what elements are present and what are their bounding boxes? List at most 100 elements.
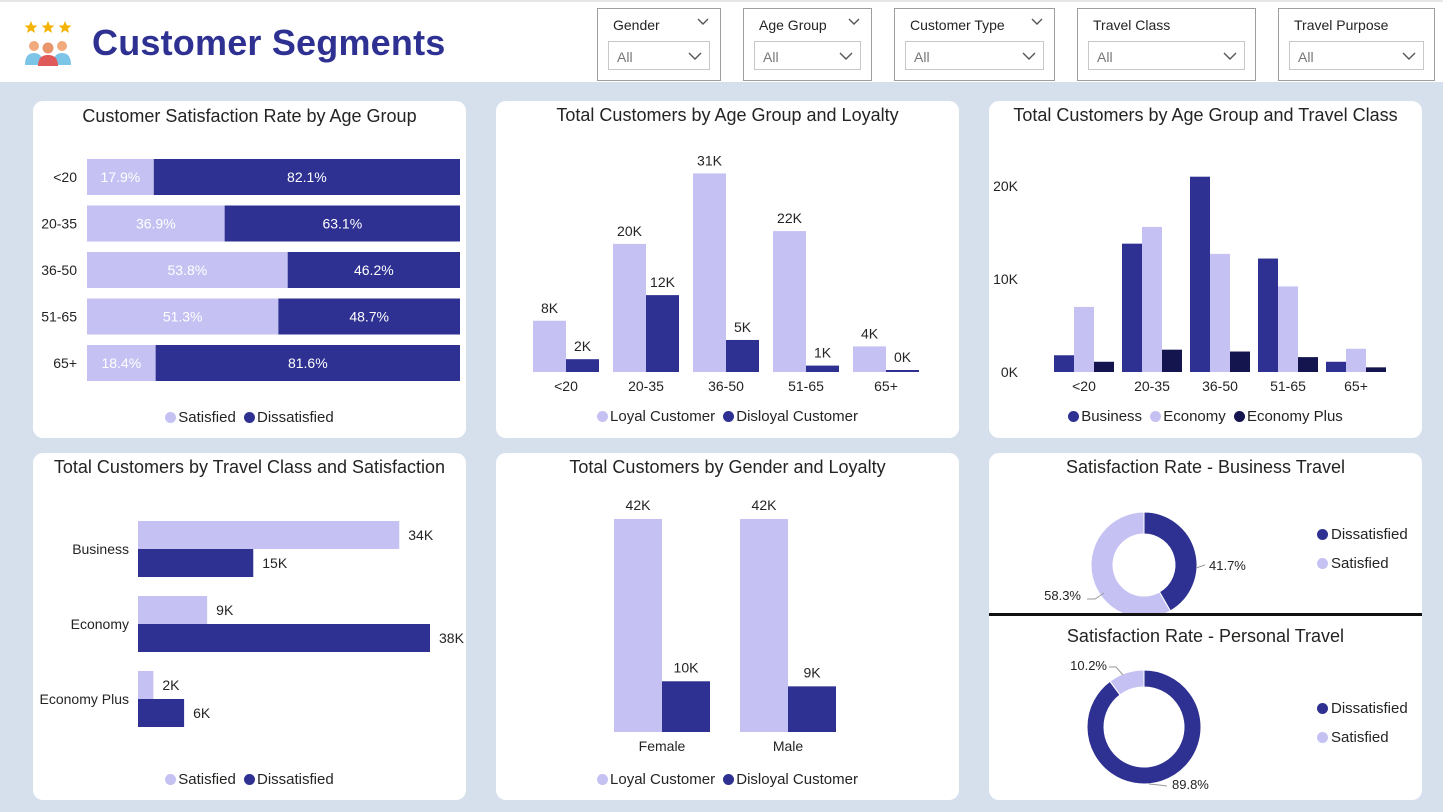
satisfaction-by-age-chart: <20 17.9% 82.1% 20-35 36.9% 63.1% 36-50 53.8% 46… <box>41 159 460 381</box>
bar <box>1258 258 1278 372</box>
data-label: 8K <box>541 300 559 316</box>
travel-purpose-dropdown[interactable]: All <box>1289 41 1424 70</box>
bar <box>773 231 806 372</box>
data-label: 9K <box>803 664 821 680</box>
data-label: 82.1% <box>287 169 327 185</box>
slicer-value: All <box>763 49 779 65</box>
chart-legend: Loyal Customer Disloyal Customer <box>496 408 959 425</box>
legend-dot <box>244 412 255 423</box>
bar <box>806 365 839 372</box>
category-label: 51-65 <box>1270 378 1306 394</box>
legend-item[interactable]: Disloyal Customer <box>723 408 858 425</box>
leader-line <box>1148 783 1168 787</box>
legend-item[interactable]: Satisfied <box>1317 555 1408 584</box>
satisfaction-by-age-card: Customer Satisfaction Rate by Age Group … <box>33 101 466 438</box>
age-group-dropdown[interactable]: All <box>754 41 861 70</box>
bar <box>1162 349 1182 372</box>
chevron-down-icon[interactable] <box>1030 17 1044 27</box>
data-label: 48.7% <box>349 309 389 325</box>
legend-item[interactable]: Business <box>1068 408 1142 425</box>
data-label: 42K <box>752 497 778 513</box>
category-label: 65+ <box>874 378 898 394</box>
bar <box>613 243 646 372</box>
legend-item[interactable]: Loyal Customer <box>597 771 715 788</box>
gender-slicer[interactable]: Gender All <box>597 8 721 81</box>
bar <box>138 521 400 549</box>
legend-label: Satisfied <box>1331 555 1389 572</box>
category-label: 36-50 <box>1202 378 1238 394</box>
bar <box>740 519 788 732</box>
slicer-label: Customer Type <box>910 17 1005 33</box>
bar <box>614 519 662 732</box>
bar <box>1366 367 1386 372</box>
chart-legend: Satisfied Dissatisfied <box>33 409 466 426</box>
category-label: 20-35 <box>41 216 77 232</box>
legend-item[interactable]: Economy <box>1150 408 1226 425</box>
travel-class-slicer[interactable]: Travel Class All <box>1077 8 1256 81</box>
legend-label: Disloyal Customer <box>736 408 858 425</box>
customer-type-dropdown[interactable]: All <box>905 41 1044 70</box>
data-label: 36.9% <box>136 216 176 232</box>
bar <box>1278 286 1298 372</box>
legend-item[interactable]: Dissatisfied <box>1317 526 1408 555</box>
gender-dropdown[interactable]: All <box>608 41 710 70</box>
legend-dot <box>597 774 609 785</box>
legend-dot <box>723 411 735 422</box>
chevron-down-icon <box>1223 52 1237 60</box>
age-group-slicer[interactable]: Age Group All <box>743 8 872 81</box>
legend-label: Dissatisfied <box>257 409 334 426</box>
bar <box>1210 253 1230 372</box>
bar <box>853 346 886 372</box>
legend-dot <box>165 412 177 423</box>
legend-label: Loyal Customer <box>610 771 716 788</box>
travel-class-dropdown[interactable]: All <box>1088 41 1245 70</box>
legend-item[interactable]: Dissatisfied <box>244 409 334 426</box>
chart-title: Customer Satisfaction Rate by Age Group <box>82 106 417 126</box>
category-label: 51-65 <box>788 378 824 394</box>
slicer-label: Travel Purpose <box>1294 17 1389 33</box>
bar <box>886 370 919 372</box>
data-label: 5K <box>734 319 752 335</box>
bar <box>138 549 254 577</box>
legend-item[interactable]: Dissatisfied <box>244 771 334 788</box>
legend-dot <box>723 774 735 785</box>
data-label: 38K <box>439 630 465 646</box>
data-label: 41.7% <box>1209 558 1246 573</box>
bar <box>533 320 566 372</box>
travel-purpose-slicer[interactable]: Travel Purpose All <box>1278 8 1435 81</box>
satisfaction-rate-card: Satisfaction Rate - Business Travel 41.7… <box>989 453 1422 800</box>
bar <box>646 295 679 372</box>
chevron-down-icon[interactable] <box>847 17 861 27</box>
customer-type-slicer[interactable]: Customer Type All <box>894 8 1055 81</box>
category-label: <20 <box>53 169 77 185</box>
legend-item[interactable]: Satisfied <box>165 409 236 426</box>
legend-dot <box>1068 411 1080 422</box>
legend-item[interactable]: Satisfied <box>165 771 236 788</box>
legend-item[interactable]: Dissatisfied <box>1317 700 1408 729</box>
bar <box>138 671 154 699</box>
chevron-down-icon[interactable] <box>696 17 710 27</box>
legend-item[interactable]: Disloyal Customer <box>723 771 858 788</box>
chevron-down-icon <box>1402 52 1416 60</box>
category-label: 51-65 <box>41 309 77 325</box>
legend-label: Economy Plus <box>1246 408 1343 425</box>
data-label: 10.2% <box>1070 658 1107 673</box>
legend-dot <box>1233 411 1245 422</box>
legend-item[interactable]: Loyal Customer <box>597 408 715 425</box>
chart-title: Total Customers by Age Group and Loyalty <box>556 105 899 125</box>
legend-dot <box>1317 558 1328 569</box>
category-label: 36-50 <box>708 378 744 394</box>
bar <box>138 624 430 652</box>
slicer-value: All <box>1097 49 1113 65</box>
data-label: 20K <box>617 223 643 239</box>
legend-item[interactable]: Economy Plus <box>1233 408 1343 425</box>
category-label: 20-35 <box>628 378 664 394</box>
bar <box>1122 243 1142 372</box>
data-label: 42K <box>626 497 652 513</box>
category-label: Economy Plus <box>40 691 129 707</box>
customer-group-stars-icon <box>24 21 72 66</box>
data-label: 22K <box>777 210 803 226</box>
legend-item[interactable]: Satisfied <box>1317 729 1408 758</box>
bar <box>1094 361 1114 372</box>
bar <box>662 681 710 732</box>
